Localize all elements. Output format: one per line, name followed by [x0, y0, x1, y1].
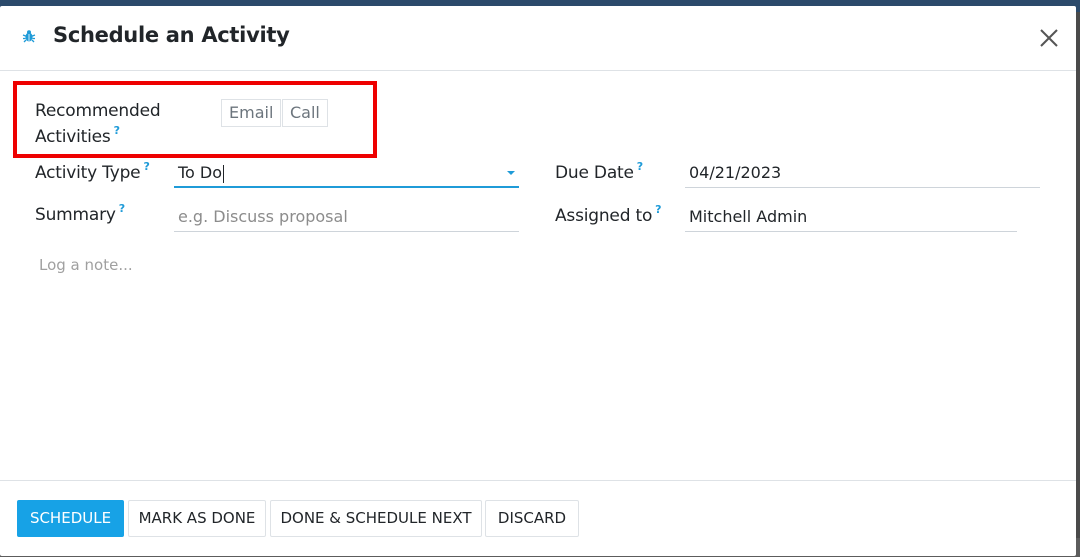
activity-type-select[interactable]: To Do	[174, 158, 519, 188]
dialog-title: Schedule an Activity	[53, 23, 290, 47]
summary-label: Summary?	[35, 202, 125, 225]
help-icon[interactable]: ?	[114, 124, 120, 137]
mark-as-done-button[interactable]: Mark as Done	[128, 500, 266, 537]
dialog-footer: Schedule Mark as Done Done & Schedule Ne…	[0, 480, 1076, 556]
text-cursor	[223, 164, 225, 183]
discard-button[interactable]: Discard	[485, 500, 579, 537]
close-icon[interactable]	[1036, 25, 1062, 51]
assigned-to-input[interactable]: Mitchell Admin	[685, 202, 1017, 232]
bug-icon	[22, 30, 36, 43]
note-editor[interactable]: Log a note...	[39, 256, 133, 274]
activity-type-label: Activity Type?	[35, 160, 150, 183]
due-date-value: 04/21/2023	[689, 163, 782, 182]
dialog-header: Schedule an Activity	[0, 6, 1076, 71]
recommended-activities-label: Recommended	[35, 101, 161, 121]
recommended-email-button[interactable]: Email	[221, 99, 282, 127]
schedule-button[interactable]: Schedule	[17, 500, 124, 537]
assigned-to-label: Assigned to?	[555, 203, 662, 226]
help-icon[interactable]: ?	[143, 160, 149, 173]
assigned-to-value: Mitchell Admin	[689, 207, 808, 226]
schedule-activity-dialog: Schedule an Activity Recommended Activit…	[0, 6, 1076, 556]
done-schedule-next-button[interactable]: Done & Schedule Next	[270, 500, 482, 537]
summary-input[interactable]: e.g. Discuss proposal	[174, 202, 519, 232]
caret-down-icon[interactable]	[507, 171, 515, 175]
help-icon[interactable]: ?	[119, 202, 125, 215]
recommended-activities-label-line2: Activities?	[35, 124, 120, 147]
recommended-call-button[interactable]: Call	[282, 99, 328, 127]
summary-placeholder: e.g. Discuss proposal	[178, 207, 348, 226]
help-icon[interactable]: ?	[655, 203, 661, 216]
due-date-label: Due Date?	[555, 160, 643, 183]
activity-type-value: To Do	[178, 163, 223, 182]
help-icon[interactable]: ?	[637, 160, 643, 173]
due-date-input[interactable]: 04/21/2023	[685, 158, 1040, 188]
